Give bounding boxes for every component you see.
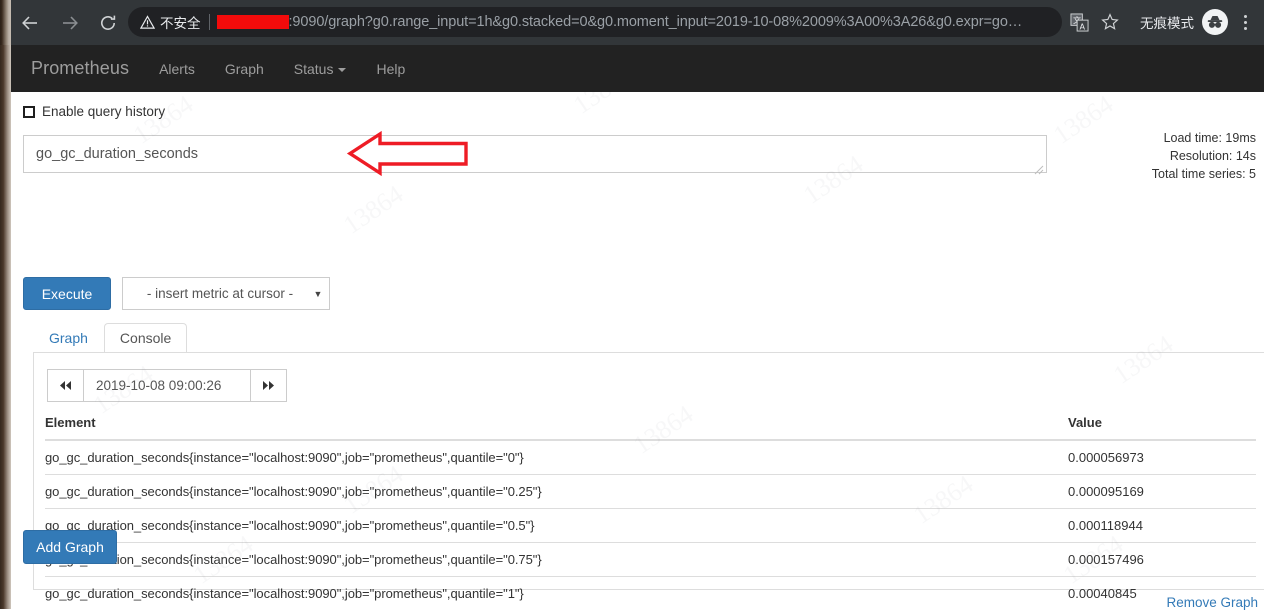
result-element: go_gc_duration_seconds{instance="localho… bbox=[45, 440, 1066, 475]
total-time-series: Total time series: 5 bbox=[1152, 165, 1256, 183]
fast-backward-icon[interactable] bbox=[47, 369, 84, 402]
star-icon[interactable] bbox=[1094, 7, 1126, 37]
forward-icon[interactable] bbox=[56, 9, 84, 37]
nav-item-status[interactable]: Status bbox=[279, 61, 362, 77]
load-time: Load time: 19ms bbox=[1152, 129, 1256, 147]
insert-metric-value: - insert metric at cursor - bbox=[123, 286, 307, 301]
result-element: go_gc_duration_seconds{instance="localho… bbox=[45, 577, 1066, 610]
page-body: Enable query history Load time: 19ms Res… bbox=[11, 92, 1264, 609]
tab-graph[interactable]: Graph bbox=[33, 323, 104, 353]
brand-prometheus[interactable]: Prometheus bbox=[23, 58, 144, 79]
omnibox[interactable]: 不安全 :9090/graph?g0.range_input=1h&g0.sta… bbox=[128, 7, 1062, 37]
resolution: Resolution: 14s bbox=[1152, 147, 1256, 165]
table-row: go_gc_duration_seconds{instance="localho… bbox=[45, 509, 1256, 543]
chevron-down-icon bbox=[338, 68, 346, 72]
nav-item-help[interactable]: Help bbox=[361, 61, 420, 77]
window-left-edge-lower bbox=[0, 45, 11, 609]
incognito-label: 无痕模式 bbox=[1140, 12, 1194, 32]
reload-icon[interactable] bbox=[94, 9, 122, 37]
result-element: go_gc_duration_seconds{instance="localho… bbox=[45, 543, 1066, 577]
time-navigation: 2019-10-08 09:00:26 bbox=[47, 369, 287, 402]
results-table: Element Value go_gc_duration_seconds{ins… bbox=[45, 415, 1256, 610]
insert-metric-select[interactable]: - insert metric at cursor - ▼ bbox=[122, 277, 330, 310]
result-value: 0.000157496 bbox=[1066, 543, 1256, 577]
result-element: go_gc_duration_seconds{instance="localho… bbox=[45, 475, 1066, 509]
chevron-down-icon: ▼ bbox=[307, 289, 329, 299]
query-history-label: Enable query history bbox=[42, 104, 165, 119]
incognito-indicator[interactable]: 无痕模式 bbox=[1140, 9, 1230, 35]
redacted-host-block bbox=[217, 15, 289, 29]
table-row: go_gc_duration_seconds{instance="localho… bbox=[45, 543, 1256, 577]
warning-triangle-icon bbox=[140, 15, 155, 30]
nav-item-alerts[interactable]: Alerts bbox=[144, 61, 210, 77]
query-stats: Load time: 19ms Resolution: 14s Total ti… bbox=[1152, 129, 1256, 183]
result-element: go_gc_duration_seconds{instance="localho… bbox=[45, 509, 1066, 543]
table-header-row: Element Value bbox=[45, 415, 1256, 440]
table-row: go_gc_duration_seconds{instance="localho… bbox=[45, 440, 1256, 475]
time-input[interactable]: 2019-10-08 09:00:26 bbox=[84, 369, 250, 402]
tab-console[interactable]: Console bbox=[104, 323, 187, 353]
result-value: 0.000095169 bbox=[1066, 475, 1256, 509]
translate-icon[interactable]: 文 A bbox=[1064, 7, 1094, 37]
fast-forward-icon[interactable] bbox=[250, 369, 287, 402]
nav-item-status-label: Status bbox=[294, 61, 334, 77]
result-value: 0.000056973 bbox=[1066, 440, 1256, 475]
svg-text:A: A bbox=[1079, 22, 1085, 31]
url-text: :9090/graph?g0.range_input=1h&g0.stacked… bbox=[289, 14, 1023, 30]
enable-query-history-row[interactable]: Enable query history bbox=[23, 104, 165, 119]
remove-graph-link[interactable]: Remove Graph bbox=[1166, 595, 1258, 610]
table-row: go_gc_duration_seconds{instance="localho… bbox=[45, 577, 1256, 610]
query-history-checkbox[interactable] bbox=[23, 106, 35, 118]
nav-item-graph[interactable]: Graph bbox=[210, 61, 279, 77]
expression-input[interactable] bbox=[23, 135, 1047, 173]
omnibox-divider bbox=[209, 14, 210, 30]
result-value: 0.000118944 bbox=[1066, 509, 1256, 543]
add-graph-button[interactable]: Add Graph bbox=[23, 530, 117, 564]
incognito-icon bbox=[1202, 9, 1228, 35]
chrome-actions: 文 A 无痕模式 bbox=[1064, 7, 1258, 37]
result-tabs: Graph Console bbox=[33, 323, 1264, 352]
back-icon[interactable] bbox=[16, 9, 44, 37]
table-row: go_gc_duration_seconds{instance="localho… bbox=[45, 475, 1256, 509]
execute-button[interactable]: Execute bbox=[23, 277, 111, 310]
column-header-element: Element bbox=[45, 415, 1066, 440]
console-panel: 2019-10-08 09:00:26 Element Value go_gc_… bbox=[33, 352, 1264, 590]
kebab-menu-icon[interactable] bbox=[1232, 7, 1258, 37]
browser-toolbar: 不安全 :9090/graph?g0.range_input=1h&g0.sta… bbox=[0, 0, 1264, 45]
prometheus-navbar: Prometheus Alerts Graph Status Help bbox=[11, 45, 1264, 92]
column-header-value: Value bbox=[1066, 415, 1256, 440]
insecure-label: 不安全 bbox=[160, 12, 201, 32]
